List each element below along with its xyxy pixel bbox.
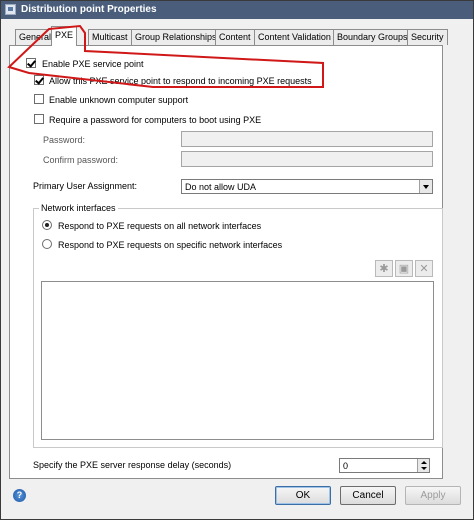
tab-security[interactable]: Security <box>407 29 448 45</box>
chevron-down-icon[interactable] <box>419 180 432 193</box>
confirm-password-label: Confirm password: <box>43 155 119 165</box>
tab-multicast[interactable]: Multicast <box>88 29 132 45</box>
help-icon[interactable]: ? <box>13 489 26 502</box>
title-bar[interactable]: Distribution point Properties <box>1 1 473 19</box>
window-icon <box>5 4 16 15</box>
password-label: Password: <box>43 135 86 145</box>
tab-group-relationships[interactable]: Group Relationships <box>131 29 221 45</box>
unknown-computer-label: Enable unknown computer support <box>49 95 189 105</box>
add-star-icon[interactable]: ✱ <box>375 260 393 277</box>
require-password-checkbox[interactable] <box>34 114 44 124</box>
confirm-password-input[interactable] <box>181 151 433 167</box>
allow-pxe-requests-label: Allow this PXE service point to respond … <box>49 76 312 86</box>
tab-boundary-groups[interactable]: Boundary Groups <box>333 29 412 45</box>
properties-icon[interactable]: ▣ <box>395 260 413 277</box>
enable-pxe-checkbox[interactable] <box>26 58 36 68</box>
response-delay-value: 0 <box>343 461 349 471</box>
enable-pxe-label: Enable PXE service point <box>42 59 144 69</box>
response-delay-label: Specify the PXE server response delay (s… <box>33 460 232 470</box>
specific-interfaces-radio[interactable] <box>42 239 52 249</box>
ok-button[interactable]: OK <box>275 486 331 505</box>
require-password-label: Require a password for computers to boot… <box>49 115 262 125</box>
apply-button[interactable]: Apply <box>405 486 461 505</box>
allow-pxe-requests-checkbox[interactable] <box>34 75 44 85</box>
primary-user-assignment-select[interactable]: Do not allow UDA <box>181 179 433 194</box>
all-interfaces-radio[interactable] <box>42 220 52 230</box>
window-title: Distribution point Properties <box>21 4 157 15</box>
spin-arrows-icon[interactable] <box>417 459 429 472</box>
tab-content[interactable]: Content <box>215 29 255 45</box>
properties-window: Distribution point Properties General PX… <box>0 0 474 520</box>
network-interfaces-title: Network interfaces <box>39 203 118 213</box>
password-input[interactable] <box>181 131 433 147</box>
primary-user-assignment-label: Primary User Assignment: <box>33 181 138 191</box>
response-delay-stepper[interactable]: 0 <box>339 458 430 473</box>
delete-x-icon[interactable]: ✕ <box>415 260 433 277</box>
primary-user-assignment-value: Do not allow UDA <box>185 182 257 192</box>
specific-interfaces-label: Respond to PXE requests on specific netw… <box>58 240 283 250</box>
cancel-button[interactable]: Cancel <box>340 486 396 505</box>
all-interfaces-label: Respond to PXE requests on all network i… <box>58 221 262 231</box>
tab-content-validation[interactable]: Content Validation <box>254 29 335 45</box>
network-interfaces-list[interactable] <box>41 281 434 440</box>
tab-general[interactable]: General <box>15 29 56 45</box>
tab-pxe[interactable]: PXE <box>51 26 78 46</box>
unknown-computer-checkbox[interactable] <box>34 94 44 104</box>
